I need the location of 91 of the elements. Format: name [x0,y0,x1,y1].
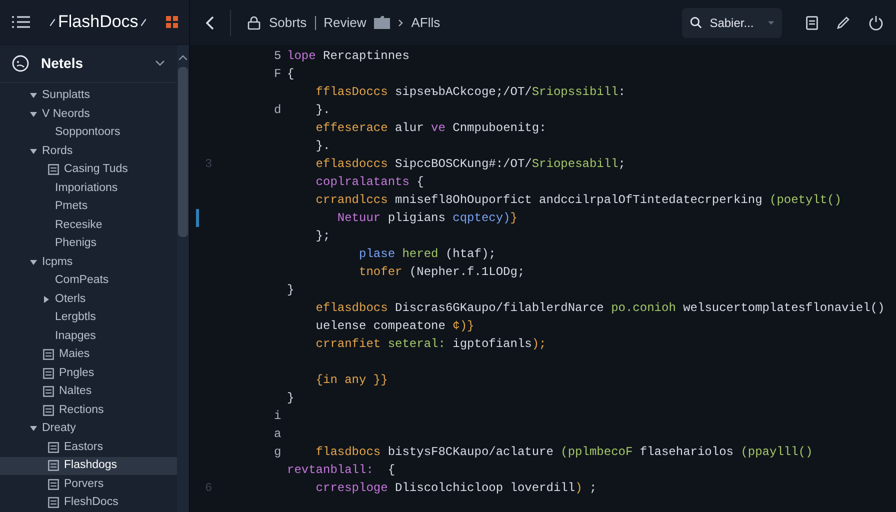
code-line: }. [314,102,330,119]
code-line: plase hered (htaf); [358,246,496,263]
tree-item[interactable]: Icpms [0,253,177,272]
tree-item[interactable]: V Neords [0,105,177,124]
scroll-up-icon[interactable] [179,55,187,60]
scrollbar-thumb[interactable] [178,67,188,237]
breadcrumb-link[interactable]: AFlls [411,12,440,32]
app-title: FlashDocs [58,11,138,34]
tree-item[interactable]: Recesike [0,216,177,234]
tree-item[interactable]: Inapges [0,327,177,346]
file-icon [48,442,59,453]
tree-item[interactable]: Dreaty [0,420,177,438]
tree-item[interactable]: Lergbtls [0,308,177,327]
search-icon [690,16,702,29]
breadcrumb-link[interactable]: Review [324,12,366,32]
code-line: coplralatants { [314,174,424,191]
file-icon [43,386,54,398]
tree-item[interactable]: Sunplatts [0,86,177,105]
caret-icon[interactable] [30,148,37,155]
code-line: flasdbocs bistysF8CKaupo/aclature (pplmbecoF flasehariolos (ppaylll() [314,444,813,461]
tree-item[interactable]: Rords [0,142,177,160]
caret-icon [768,20,774,24]
tree-item[interactable]: Imporiations [0,179,177,198]
lock-icon [247,16,261,30]
file-icon [43,404,54,416]
gutter-mark: a [274,426,282,443]
tree-item[interactable]: Pmets [0,198,177,216]
code-line: effeserace alur ve Cnmpuboenitg: [314,120,546,137]
file-icon [48,164,59,176]
tree-item[interactable]: Rections [0,401,177,420]
code-line: } [287,282,294,299]
tree-item[interactable]: Maies [0,346,177,364]
menu-icon[interactable] [12,15,30,29]
code-line: crresploge Dliscolchicloop loverdill) ; [314,480,597,497]
code-line: crranfiet seteral: igptofianls); [314,336,546,353]
caret-icon[interactable] [43,296,50,303]
search-field[interactable]: Sabier... [682,8,782,38]
gutter-mark: d [274,102,282,119]
code-line: eflasdbocs Discras6GKaupo/filablerdNarce po.conioh welsucertomplatesflonaviel() [314,300,885,317]
tree-item[interactable]: Porvers [0,475,177,494]
file-icon [43,349,54,360]
file-icon [48,497,59,508]
tree-item[interactable]: Eastors [0,438,177,456]
grid-icon[interactable] [166,16,178,28]
code-line: }. [314,138,330,155]
search-input[interactable]: Sabier... [710,14,760,32]
code-line: eflasdoccs SipccBOSCKung#:/OT/Sriopesabill; [314,156,626,173]
code-line: } [287,390,294,407]
slash-icon [50,18,55,26]
tree-item[interactable]: Oterls [0,290,177,308]
change-marker [196,209,199,227]
breadcrumb-link[interactable]: Sobrts [269,12,307,32]
gutter-mark: i [274,408,282,425]
tree-item[interactable]: Naltes [0,382,177,401]
document-icon[interactable] [806,16,818,30]
code-line: lope Rercaptinnes [287,48,410,65]
code-line: { [287,66,294,83]
code-line: Netuur pligians cqptecy)} [336,210,518,227]
code-line: }; [314,228,330,245]
code-line: uelense compeatone ¢)} [314,318,474,335]
file-icon [43,368,54,379]
tree-item[interactable]: Flashdogs [0,456,177,475]
gutter-mark: 5 [274,48,282,65]
chevron-icon [398,18,404,26]
caret-icon[interactable] [30,258,37,266]
slash-icon [141,18,146,26]
tree-item[interactable]: Soppontoors [0,124,177,142]
folder-icon [374,16,390,29]
tree-item[interactable]: FleshDocs [0,494,177,512]
caret-icon[interactable] [30,110,37,118]
code-line: crrandlccs mnisefl8OhOuporfict andccilrpalOfTintedatecrperking (poetylt() [314,192,842,209]
file-icon [48,478,59,490]
gutter-mark: g [274,444,282,461]
code-line: fflasDoccs sipseъbACkcoge;/OT/Sriopssibill: [314,84,626,101]
line-number: 3 [205,156,212,173]
tree-item[interactable]: Pngles [0,364,177,382]
code-line: {in any }} [314,372,388,389]
line-number: 6 [205,480,212,497]
file-icon [48,460,59,472]
face-icon [12,54,29,72]
back-icon[interactable] [206,16,214,30]
caret-icon[interactable] [30,425,37,432]
tree-item[interactable]: Casing Tuds [0,160,177,179]
tree-item[interactable]: Phenigs [0,234,177,253]
caret-icon[interactable] [30,92,37,100]
gutter-mark: F [274,66,282,83]
power-icon[interactable] [868,14,884,30]
code-line: revtanblall: { [287,462,396,479]
tree-item[interactable]: ComPeats [0,272,177,290]
pencil-icon[interactable] [836,16,850,30]
code-line: tnofer (Nepher.f.1LODg; [358,264,525,281]
